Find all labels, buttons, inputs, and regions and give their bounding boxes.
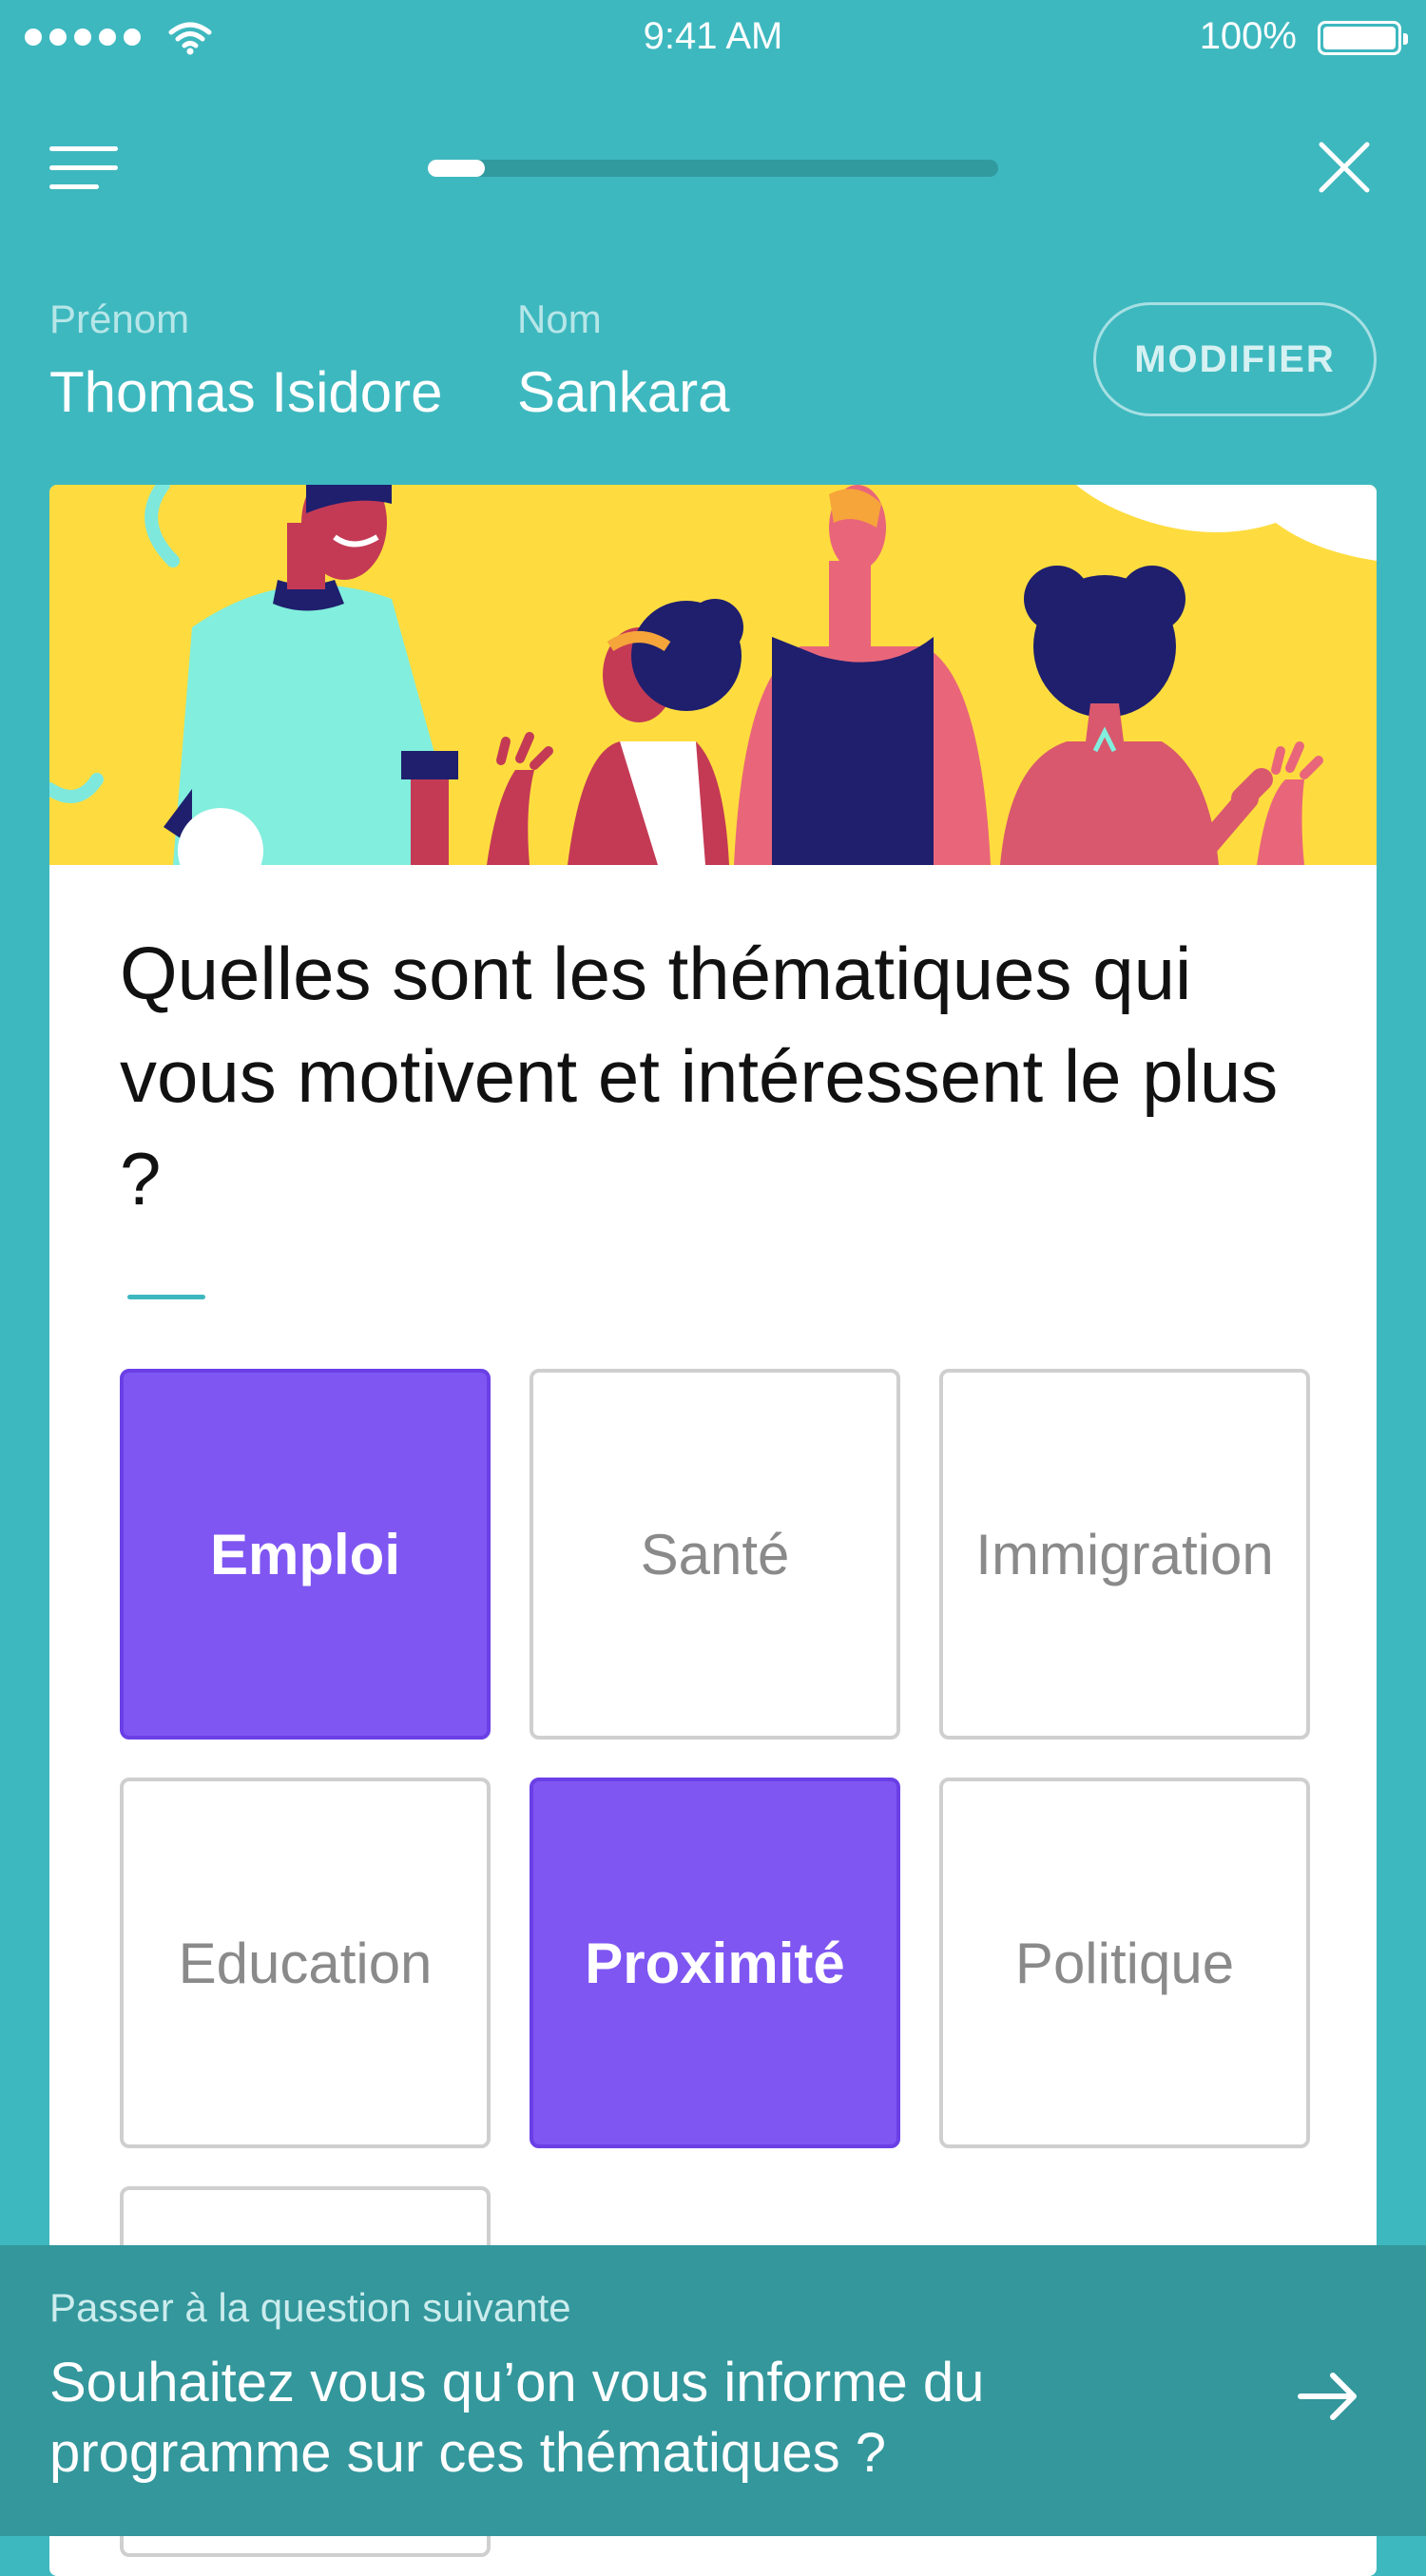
first-name-label: Prénom: [49, 297, 190, 341]
last-name-label: Nom: [517, 297, 602, 341]
menu-icon[interactable]: [49, 143, 118, 194]
accent-divider: [127, 1295, 205, 1299]
last-name-value: Sankara: [517, 360, 730, 424]
option-tile-politique[interactable]: Politique: [939, 1778, 1310, 2148]
progress-bar-fill: [428, 160, 485, 177]
status-bar: 9:41 AM 100%: [0, 0, 1426, 76]
option-tile-education[interactable]: Education: [120, 1778, 491, 2148]
question-text: Quelles sont les thématiques qui vous mo…: [120, 932, 1279, 1221]
battery-icon: [1318, 21, 1408, 55]
next-question-text: Souhaitez vous qu’on vous informe du pro…: [49, 2352, 985, 2484]
option-tile-emploi[interactable]: Emploi: [120, 1369, 491, 1740]
option-tile-sante[interactable]: Santé: [530, 1369, 900, 1740]
people-illustration: [49, 485, 1377, 865]
battery-percentage: 100%: [1199, 15, 1297, 57]
option-tile-immigration[interactable]: Immigration: [939, 1369, 1310, 1740]
next-question-hint: Passer à la question suivante: [49, 2285, 571, 2330]
close-icon[interactable]: [1318, 141, 1371, 194]
next-question-bar[interactable]: Passer à la question suivante Souhaitez …: [0, 2245, 1426, 2536]
modify-button[interactable]: MODIFIER: [1093, 302, 1377, 416]
progress-bar: [428, 160, 998, 177]
arrow-right-icon[interactable]: [1295, 2363, 1361, 2430]
option-tile-proximite[interactable]: Proximité: [530, 1778, 900, 2148]
first-name-value: Thomas Isidore: [49, 360, 443, 424]
